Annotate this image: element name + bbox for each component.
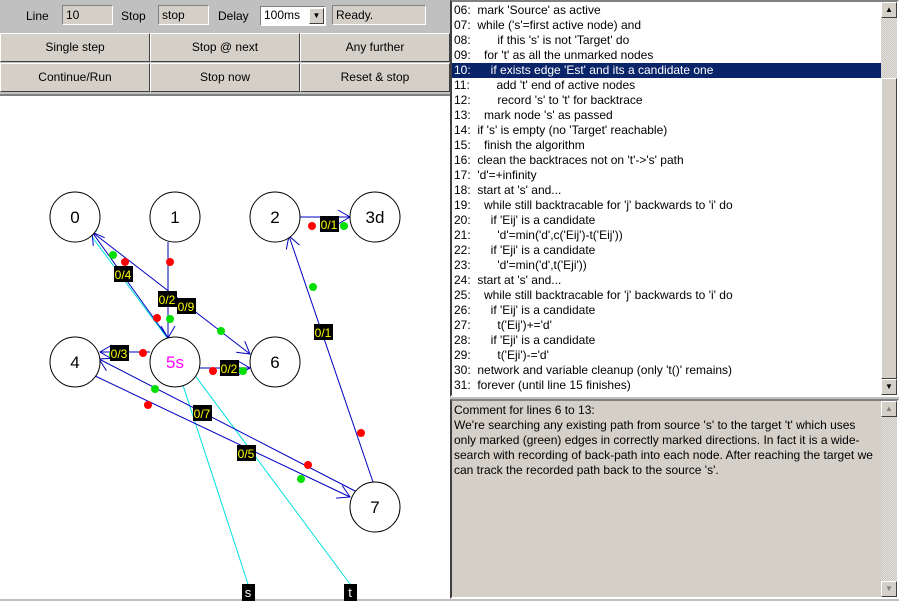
edge-head-dot xyxy=(309,283,317,291)
edge-head-dot xyxy=(217,327,225,335)
code-line[interactable]: 11: add 't' end of active nodes xyxy=(452,78,882,93)
node-label: 0 xyxy=(70,208,79,227)
node-label: 2 xyxy=(270,208,279,227)
code-line[interactable]: 21: 'd'=min('d',c('Eij')-t('Eij')) xyxy=(452,228,882,243)
comment-text: Comment for lines 6 to 13: We're searchi… xyxy=(454,403,879,478)
flow-label: 0/7 xyxy=(194,407,211,421)
code-line[interactable]: 31: forever (until line 15 finishes) xyxy=(452,378,882,393)
node-label: 5s xyxy=(166,353,184,372)
flow-label: 0/2 xyxy=(159,293,176,307)
scroll-up-icon[interactable]: ▲ xyxy=(881,2,897,18)
code-line[interactable]: 12: record 's' to 't' for backtrace xyxy=(452,93,882,108)
code-line[interactable]: 10: if exists edge 'Est' and its a candi… xyxy=(452,63,882,78)
code-line[interactable]: 25: while still backtracable for 'j' bac… xyxy=(452,288,882,303)
flow-label: 0/4 xyxy=(115,268,132,282)
edge-head-dot xyxy=(166,315,174,323)
edge-tail-dot xyxy=(304,461,312,469)
comment-body: We're searching any existing path from s… xyxy=(454,418,873,477)
pointer-label-t: t xyxy=(348,585,352,600)
algorithm-listing[interactable]: 06: mark 'Source' as active 07: while ('s… xyxy=(450,0,899,397)
code-line[interactable]: 14: if 's' is empty (no 'Target' reachab… xyxy=(452,123,882,138)
node-label: 4 xyxy=(70,353,79,372)
flow-label: 0/9 xyxy=(178,300,195,314)
code-line[interactable]: 19: while still backtracable for 'j' bac… xyxy=(452,198,882,213)
edge-head-dot xyxy=(151,385,159,393)
code-line[interactable]: 28: if 'Eji' is a candidate xyxy=(452,333,882,348)
flow-label: 0/3 xyxy=(111,347,128,361)
edge-tail-dot xyxy=(121,258,129,266)
edge-7-4[interactable] xyxy=(98,358,358,493)
scroll-down-icon[interactable]: ▼ xyxy=(881,581,897,597)
comment-title: Comment for lines 6 to 13: xyxy=(454,403,595,417)
code-line[interactable]: 06: mark 'Source' as active xyxy=(452,3,882,18)
graph-svg: 0 1 2 3d 4 5s 6 7 0/2 0/4 0/9 0/3 0/2 0/1 0/1 0/7 0/5 s t xyxy=(49,191,401,601)
node-label: 6 xyxy=(270,353,279,372)
code-line[interactable]: 08: if this 's' is not 'Target' do xyxy=(452,33,882,48)
code-line[interactable]: 15: finish the algorithm xyxy=(452,138,882,153)
code-line[interactable]: 24: start at 's' and... xyxy=(452,273,882,288)
graph-canvas[interactable]: 0 1 2 3d 4 5s 6 7 0/2 0/4 0/9 0/3 0/2 0/1 0/1 0/7 0/5 s t xyxy=(0,94,450,601)
node-label: 3d xyxy=(366,208,385,227)
edge-tail-dot xyxy=(357,429,365,437)
flow-label: 0/2 xyxy=(221,362,238,376)
edge-tail-dot xyxy=(153,314,161,322)
node-label: 7 xyxy=(370,498,379,517)
pointer-label-s: s xyxy=(245,585,252,600)
code-line[interactable]: 22: if 'Eji' is a candidate xyxy=(452,243,882,258)
pointer-line-s xyxy=(177,369,249,585)
code-line[interactable]: 16: clean the backtraces not on 't'->'s'… xyxy=(452,153,882,168)
comment-panel: Comment for lines 6 to 13: We're searchi… xyxy=(450,399,899,599)
code-line[interactable]: 18: start at 's' and... xyxy=(452,183,882,198)
code-scrollbar[interactable]: ▲ ▼ xyxy=(881,2,897,395)
flow-label: 0/1 xyxy=(321,218,338,232)
edge-tail-dot xyxy=(308,222,316,230)
code-line[interactable]: 13: mark node 's' as passed xyxy=(452,108,882,123)
code-line[interactable]: 27: t('Eij')+='d' xyxy=(452,318,882,333)
edge-head-dot xyxy=(297,475,305,483)
code-line[interactable]: 09: for 't' as all the unmarked nodes xyxy=(452,48,882,63)
edge-head-dot xyxy=(109,251,117,259)
edge-head-dot xyxy=(239,367,247,375)
code-line[interactable]: 07: while ('s'=first active node) and xyxy=(452,18,882,33)
code-line[interactable]: 26: if 'Eij' is a candidate xyxy=(452,303,882,318)
left-panel: Line 10 Stop stop Delay 100ms ▼ Ready. S… xyxy=(0,0,450,601)
flow-label: 0/5 xyxy=(238,447,255,461)
edge-head-dot xyxy=(340,222,348,230)
edge-tail-dot xyxy=(139,349,147,357)
edge-7-2[interactable] xyxy=(288,235,374,483)
node-label: 1 xyxy=(170,208,179,227)
edge-4-7[interactable] xyxy=(92,374,351,498)
edge-tail-dot xyxy=(144,401,152,409)
edge-tail-dot xyxy=(166,258,174,266)
code-line[interactable]: 17: 'd'=+infinity xyxy=(452,168,882,183)
edge-5-0[interactable] xyxy=(91,231,169,339)
scroll-down-icon[interactable]: ▼ xyxy=(881,379,897,395)
code-line[interactable]: 23: 'd'=min('d',t('Eji')) xyxy=(452,258,882,273)
code-line[interactable]: 29: t('Eji')-='d' xyxy=(452,348,882,363)
edge-tail-dot xyxy=(209,367,217,375)
scroll-thumb[interactable] xyxy=(881,78,897,379)
flow-label: 0/1 xyxy=(315,326,332,340)
comment-scrollbar[interactable]: ▲ ▼ xyxy=(881,401,897,597)
scroll-up-icon[interactable]: ▲ xyxy=(881,401,897,417)
code-line[interactable]: 30: network and variable cleanup (only '… xyxy=(452,363,882,378)
code-line[interactable]: 20: if 'Eij' is a candidate xyxy=(452,213,882,228)
